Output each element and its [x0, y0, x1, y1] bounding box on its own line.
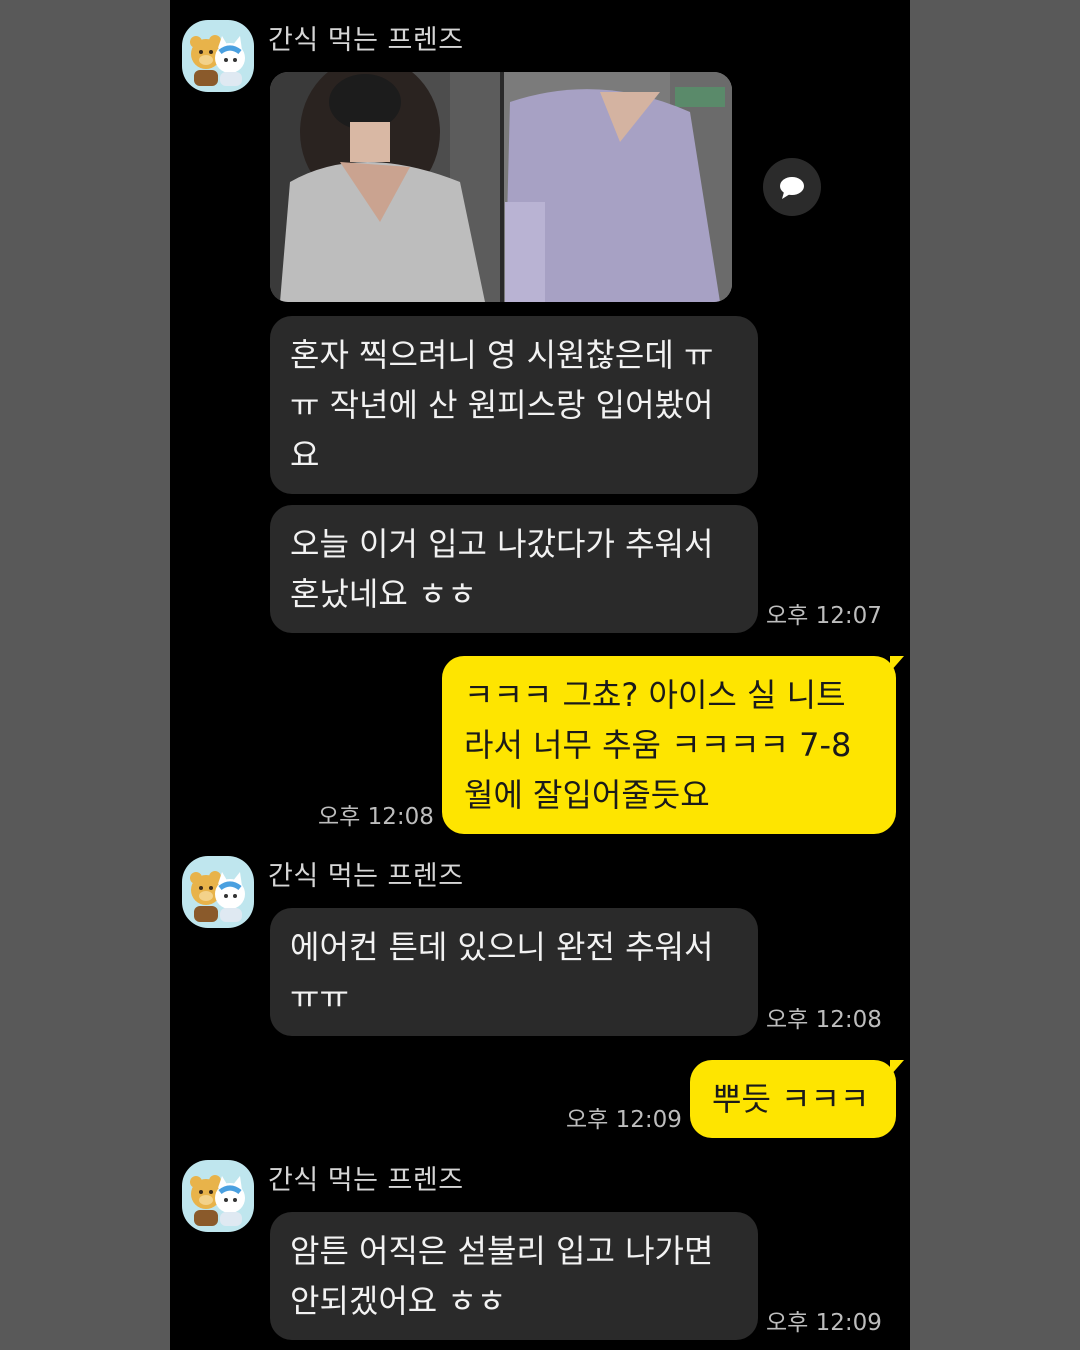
shared-photo-image	[270, 72, 732, 302]
message-text: 혼자 찍으려니 영 시원찮은데 ㅠㅠ 작년에 산 원피스랑 입어봤어요	[290, 336, 714, 474]
avatar-bear-cat-icon[interactable]	[182, 1160, 254, 1232]
chat-screen: 간식 먹는 프렌즈 혼자 찍으려니 영 시원찮은데 ㅠㅠ 작년에 산 원피스랑	[170, 0, 910, 1350]
sender-name: 간식 먹는 프렌즈	[268, 1165, 464, 1196]
message-bubble-incoming[interactable]: 오늘 이거 입고 나갔다가 추워서 혼났네요 ㅎㅎ	[270, 505, 758, 633]
sender-name: 간식 먹는 프렌즈	[268, 861, 464, 892]
avatar-bear-cat-icon[interactable]	[182, 20, 254, 92]
message-text: 암튼 어직은 섣불리 입고 나가면 안되겠어요 ㅎㅎ	[290, 1232, 714, 1320]
message-timestamp: 오후 12:09	[766, 1310, 882, 1336]
message-timestamp: 오후 12:09	[566, 1107, 682, 1133]
message-bubble-outgoing[interactable]: ㅋㅋㅋ 그쵸? 아이스 실 니트라서 너무 추움 ㅋㅋㅋㅋ 7-8월에 잘입어줄…	[442, 656, 904, 834]
share-button[interactable]	[763, 158, 821, 216]
message-bubble-outgoing[interactable]: 뿌듯 ㅋㅋㅋ	[690, 1060, 904, 1138]
speech-bubble-icon	[780, 177, 804, 199]
message-text: 오늘 이거 입고 나갔다가 추워서 혼났네요 ㅎㅎ	[290, 525, 714, 613]
shared-photo[interactable]	[270, 72, 732, 302]
message-timestamp: 오후 12:07	[766, 603, 882, 629]
message-timestamp: 오후 12:08	[766, 1007, 882, 1033]
message-text: ㅋㅋㅋ 그쵸? 아이스 실 니트라서 너무 추움 ㅋㅋㅋㅋ 7-8월에 잘입어줄…	[464, 676, 852, 814]
message-text: 뿌듯 ㅋㅋㅋ	[712, 1080, 870, 1118]
message-bubble-incoming[interactable]: 혼자 찍으려니 영 시원찮은데 ㅠㅠ 작년에 산 원피스랑 입어봤어요	[270, 316, 758, 494]
message-text: 에어컨 튼데 있으니 완전 추워서 ㅠㅠ	[290, 928, 714, 1016]
sender-name: 간식 먹는 프렌즈	[268, 25, 464, 56]
message-bubble-incoming[interactable]: 에어컨 튼데 있으니 완전 추워서 ㅠㅠ	[270, 908, 758, 1036]
message-timestamp: 오후 12:08	[318, 804, 434, 830]
message-bubble-incoming[interactable]: 암튼 어직은 섣불리 입고 나가면 안되겠어요 ㅎㅎ	[270, 1212, 758, 1340]
avatar-bear-cat-icon[interactable]	[182, 856, 254, 928]
